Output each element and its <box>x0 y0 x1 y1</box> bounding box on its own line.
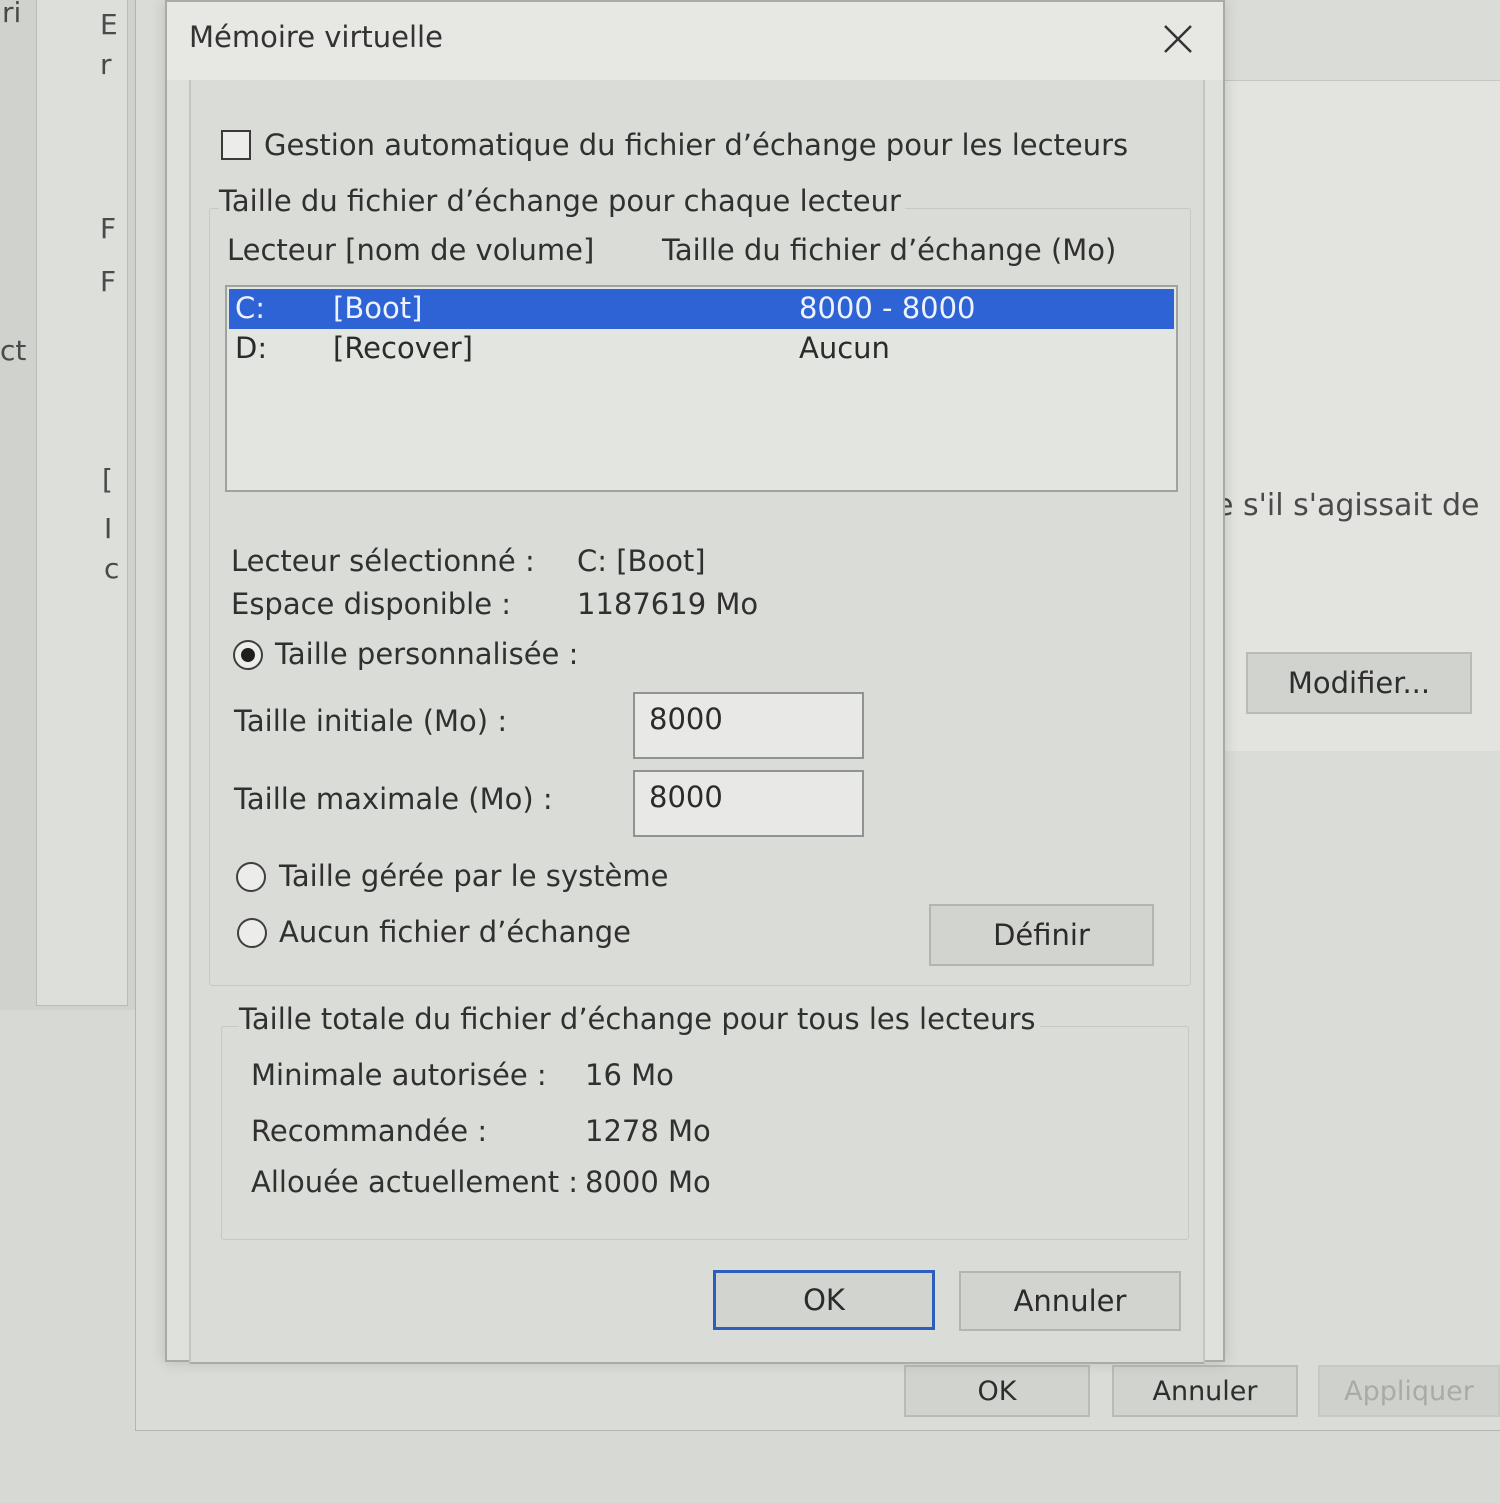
drive-size: Aucun <box>799 331 890 365</box>
set-button[interactable]: Définir <box>929 904 1154 966</box>
drive-row-d[interactable]: D: [Recover] Aucun <box>229 329 1174 369</box>
system-managed-radio[interactable] <box>236 862 266 892</box>
background-ok-button[interactable]: OK <box>904 1365 1090 1417</box>
background-cancel-button[interactable]: Annuler <box>1112 1365 1298 1417</box>
custom-size-label: Taille personnalisée : <box>275 637 579 671</box>
background-modify-button[interactable]: Modifier... <box>1246 652 1472 714</box>
available-space-value: 1187619 Mo <box>577 587 759 621</box>
ok-button[interactable]: OK <box>713 1270 935 1330</box>
column-header-size: Taille du fichier d’échange (Mo) <box>662 233 1117 267</box>
no-paging-file-radio[interactable] <box>237 918 267 948</box>
allocated-value: 8000 Mo <box>585 1165 711 1199</box>
close-button[interactable] <box>1155 16 1201 62</box>
no-paging-file-label: Aucun fichier d’échange <box>279 915 631 949</box>
drive-size: 8000 - 8000 <box>799 291 976 325</box>
dialog-title: Mémoire virtuelle <box>189 20 443 54</box>
drive-list[interactable]: C: [Boot] 8000 - 8000 D: [Recover] Aucun <box>225 285 1178 492</box>
cancel-button[interactable]: Annuler <box>959 1271 1181 1331</box>
background-text-fragment: ct <box>0 334 27 367</box>
recommended-value: 1278 Mo <box>585 1114 711 1148</box>
close-icon <box>1164 25 1192 53</box>
selected-drive-label: Lecteur sélectionné : <box>231 544 535 578</box>
background-text-fragment: ri <box>2 0 22 29</box>
radio-selected-dot <box>241 648 255 662</box>
drive-volume: [Boot] <box>333 291 423 325</box>
dialog-content: Gestion automatique du fichier d’échange… <box>189 80 1205 1364</box>
total-size-group-label: Taille totale du fichier d’échange pour … <box>239 1002 1040 1036</box>
auto-manage-checkbox[interactable] <box>221 130 251 160</box>
background-text-fragment: c <box>104 552 120 585</box>
max-size-label: Taille maximale (Mo) : <box>234 782 553 816</box>
background-text-fragment: [ <box>102 463 113 496</box>
background-text-fragment: F <box>100 265 117 298</box>
available-space-label: Espace disponible : <box>231 587 512 621</box>
max-size-input[interactable]: 8000 <box>633 770 864 837</box>
background-text-fragment: I <box>104 512 113 545</box>
system-managed-label: Taille gérée par le système <box>279 859 669 893</box>
background-description-text: e s'il s'agissait de <box>1215 488 1480 523</box>
column-header-drive: Lecteur [nom de volume] <box>227 233 595 267</box>
drive-volume: [Recover] <box>333 331 473 365</box>
drive-letter: C: <box>235 291 266 325</box>
recommended-label: Recommandée : <box>251 1114 488 1148</box>
drive-row-c[interactable]: C: [Boot] 8000 - 8000 <box>229 289 1174 329</box>
custom-size-radio[interactable] <box>233 640 263 670</box>
virtual-memory-dialog: Mémoire virtuelle Gestion automatique du… <box>165 0 1225 1364</box>
per-drive-group-label: Taille du fichier d’échange pour chaque … <box>219 184 905 218</box>
initial-size-input[interactable]: 8000 <box>633 692 864 759</box>
selected-drive-value: C: [Boot] <box>577 544 706 578</box>
allocated-label: Allouée actuellement : <box>251 1165 579 1199</box>
background-text-fragment: F <box>100 212 117 245</box>
auto-manage-label: Gestion automatique du fichier d’échange… <box>264 128 1129 162</box>
background-text-fragment: E <box>100 8 118 41</box>
dialog-titlebar: Mémoire virtuelle <box>167 2 1223 80</box>
initial-size-label: Taille initiale (Mo) : <box>234 704 508 738</box>
background-apply-button: Appliquer <box>1318 1365 1500 1417</box>
min-allowed-label: Minimale autorisée : <box>251 1058 547 1092</box>
background-window-left-panel <box>36 0 128 1006</box>
drive-letter: D: <box>235 331 268 365</box>
background-right-panel <box>1215 80 1500 751</box>
background-text-fragment: r <box>100 48 112 81</box>
min-allowed-value: 16 Mo <box>585 1058 674 1092</box>
